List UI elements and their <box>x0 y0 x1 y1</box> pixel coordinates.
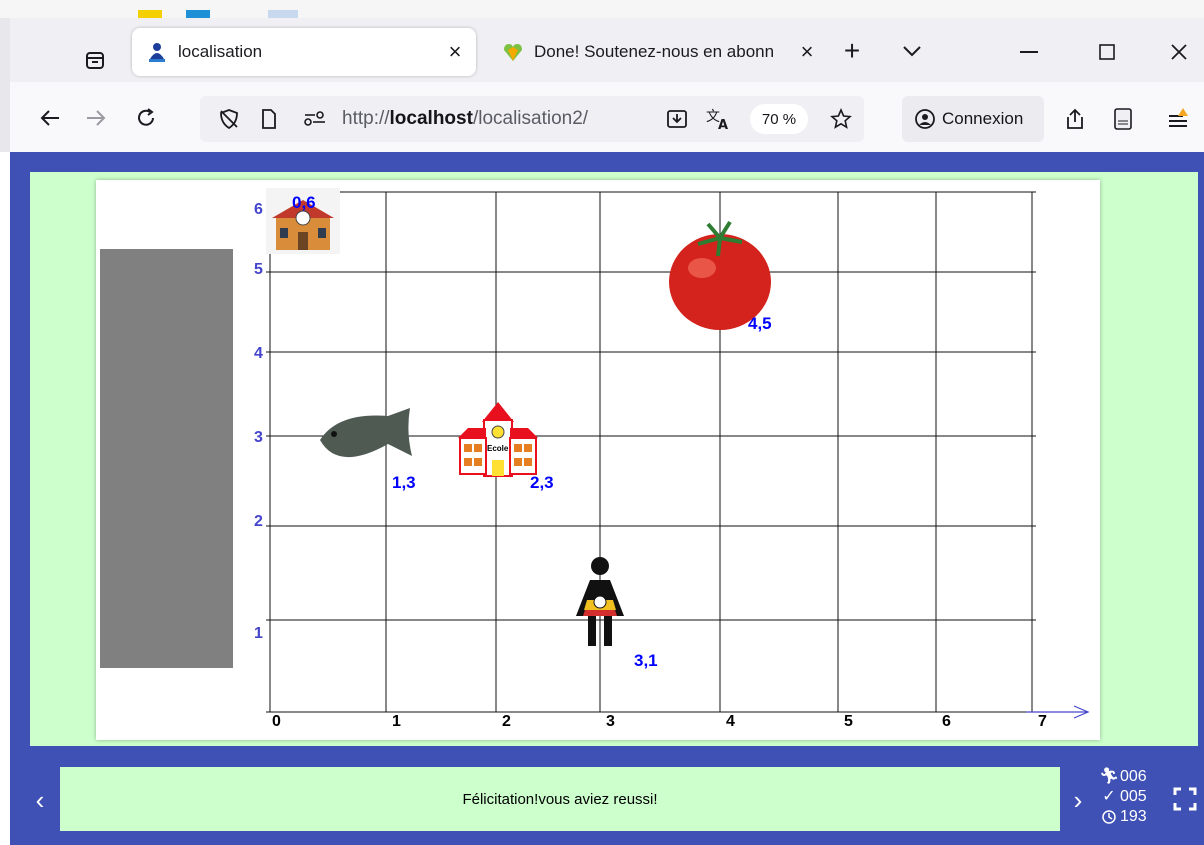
forward-arrow-icon[interactable] <box>78 98 114 138</box>
account-connexion-button[interactable]: Connexion <box>902 96 1044 142</box>
account-label: Connexion <box>942 109 1024 128</box>
x-tick-label: 7 <box>1038 713 1047 730</box>
clock-icon <box>1098 810 1120 824</box>
time-count: 193 <box>1120 808 1147 825</box>
x-tick-label: 3 <box>606 713 615 730</box>
x-tick-label: 5 <box>844 713 853 730</box>
app-menu-icon[interactable] <box>1164 104 1194 134</box>
coordinate-grid: 0 1 2 3 4 5 6 7 6 5 4 3 2 1 0,6 4,5 1,3 Ecole 2,3 3,… <box>254 188 1090 730</box>
item-tray-panel <box>100 249 233 668</box>
tab-title: Done! Soutenez-nous en abonn <box>534 42 775 61</box>
close-tab-icon[interactable]: × <box>792 37 822 67</box>
x-tick-label: 6 <box>942 713 951 730</box>
x-tick-label: 0 <box>272 713 281 730</box>
y-axis-ticks: 6 5 4 3 2 1 <box>254 201 263 642</box>
share-icon[interactable] <box>1060 104 1090 134</box>
next-chevron-icon[interactable]: › <box>1066 784 1090 816</box>
zoom-level-badge[interactable]: 70 % <box>750 104 808 134</box>
tab-localisation[interactable]: localisation × <box>132 28 476 76</box>
y-tick-label: 1 <box>254 625 263 642</box>
minimize-icon[interactable] <box>1004 30 1054 74</box>
list-tabs-chevron-down-icon[interactable] <box>896 34 928 68</box>
previous-chevron-icon[interactable]: ‹ <box>28 784 52 816</box>
correct-count: 005 <box>1120 788 1147 805</box>
tab-title: localisation <box>178 42 263 61</box>
save-to-pocket-download-icon[interactable] <box>662 104 692 134</box>
label-2-3: 2,3 <box>530 473 554 492</box>
new-tab-icon[interactable]: + <box>836 34 868 68</box>
result-message: Félicitation!vous aviez reussi! <box>462 790 658 808</box>
bookmark-star-icon[interactable] <box>826 104 856 134</box>
back-arrow-icon[interactable] <box>32 98 68 138</box>
x-tick-label: 4 <box>726 713 735 730</box>
label-4-5: 4,5 <box>748 314 772 333</box>
svg-text:A: A <box>718 118 728 131</box>
firefox-view-icon <box>86 52 104 69</box>
x-tick-label: 2 <box>502 713 511 730</box>
school-icon[interactable]: Ecole <box>458 402 538 477</box>
fish-icon[interactable] <box>320 408 412 458</box>
background-window-strip <box>0 0 1204 18</box>
message-bar: Félicitation!vous aviez reussi! <box>60 767 1060 831</box>
label-3-1: 3,1 <box>634 651 658 670</box>
maximize-icon[interactable] <box>1082 30 1132 74</box>
label-0-6: 0,6 <box>292 193 316 212</box>
reader-view-icon[interactable] <box>1108 104 1138 134</box>
stats-panel: 🏃︎ 006 ✓ 005 193 <box>1098 767 1168 827</box>
x-tick-label: 1 <box>392 713 401 730</box>
x-axis-ticks: 0 1 2 3 4 5 6 7 <box>272 713 1047 730</box>
y-tick-label: 4 <box>254 345 263 362</box>
y-tick-label: 2 <box>254 513 263 530</box>
y-tick-label: 6 <box>254 201 263 218</box>
url-text[interactable]: http://localhost/localisation2/ <box>342 108 588 130</box>
fullscreen-icon[interactable] <box>1172 786 1198 812</box>
tab-done[interactable]: Done! Soutenez-nous en abonn × <box>488 28 828 76</box>
firefox-view-button[interactable] <box>72 42 118 78</box>
y-tick-label: 5 <box>254 261 263 278</box>
tracking-protection-shield-icon[interactable] <box>214 104 244 134</box>
background-window-edge <box>0 18 10 152</box>
account-icon <box>914 108 936 130</box>
school-sign: Ecole <box>487 444 509 453</box>
reload-icon[interactable] <box>128 98 164 138</box>
close-window-icon[interactable] <box>1154 30 1204 74</box>
moves-icon: 🏃︎ <box>1098 768 1120 785</box>
heart-favicon-icon <box>502 41 524 63</box>
label-1-3: 1,3 <box>392 473 416 492</box>
translate-icon[interactable]: 文A <box>704 104 734 134</box>
permissions-icon[interactable] <box>300 104 330 134</box>
grid-lines <box>266 191 1036 713</box>
moves-count: 006 <box>1120 768 1147 785</box>
page-info-icon[interactable] <box>254 104 284 134</box>
check-icon: ✓ <box>1102 788 1116 805</box>
close-tab-icon[interactable]: × <box>440 37 470 67</box>
localisation-favicon-icon <box>146 41 168 63</box>
y-tick-label: 3 <box>254 429 263 446</box>
